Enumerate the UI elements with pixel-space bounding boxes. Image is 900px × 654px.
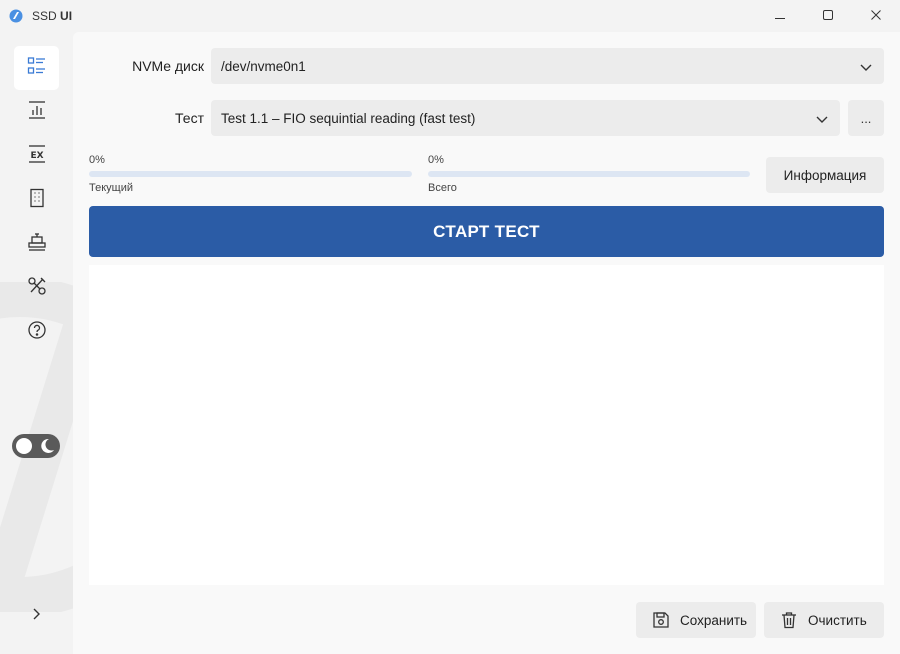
help-icon: [27, 320, 47, 345]
test-options-button[interactable]: ...: [848, 100, 884, 136]
save-button[interactable]: Сохранить: [636, 602, 756, 638]
save-button-label: Сохранить: [680, 612, 748, 628]
expand-sidebar-button[interactable]: [24, 604, 48, 628]
app-logo-icon: [9, 9, 23, 23]
sidebar-item-charts[interactable]: [14, 90, 59, 134]
save-icon: [652, 611, 670, 629]
trash-icon: [780, 611, 798, 629]
sidebar-item-ex[interactable]: EX: [14, 134, 59, 178]
disk-label: NVMe диск: [132, 58, 204, 74]
sidebar-item-overview[interactable]: [14, 46, 59, 90]
main-panel: NVMe диск /dev/nvme0n1 Тест Test 1.1 – F…: [73, 32, 900, 654]
info-button[interactable]: Информация: [766, 157, 884, 193]
chevron-down-icon: [816, 112, 828, 127]
log-output[interactable]: [89, 265, 884, 585]
total-progress-percent: 0%: [428, 154, 444, 166]
app-window: SSD UI EX NVMe диск /dev/nvme0n1 Тест Te…: [0, 0, 900, 654]
machine-icon: [27, 232, 47, 257]
tools-icon: [27, 276, 47, 301]
close-button[interactable]: [853, 0, 899, 32]
sidebar-item-machine[interactable]: [14, 222, 59, 266]
svg-text:EX: EX: [30, 151, 43, 161]
toggle-knob: [16, 438, 32, 454]
sidebar-item-help[interactable]: [14, 310, 59, 354]
minimize-button[interactable]: [757, 0, 803, 32]
chevron-right-icon: [31, 607, 41, 625]
current-progress-bar: [89, 171, 412, 177]
total-progress-bar: [428, 171, 750, 177]
maximize-button[interactable]: [805, 0, 851, 32]
bar-chart-icon: [27, 100, 47, 125]
start-test-button[interactable]: СТАРТ ТЕСТ: [89, 206, 884, 257]
total-progress-label: Всего: [428, 182, 457, 194]
moon-icon: [41, 438, 55, 459]
current-progress-label: Текущий: [89, 182, 133, 194]
close-icon: [871, 7, 881, 25]
sidebar: EX: [0, 32, 73, 654]
app-title: SSD UI: [32, 9, 73, 23]
clear-button-label: Очистить: [808, 612, 867, 628]
clear-button[interactable]: Очистить: [764, 602, 884, 638]
current-progress-percent: 0%: [89, 154, 105, 166]
title-bar: SSD UI: [0, 0, 900, 32]
building-icon: [27, 188, 47, 213]
ex-icon: EX: [27, 144, 47, 169]
sidebar-item-tools[interactable]: [14, 266, 59, 310]
disk-select-value: /dev/nvme0n1: [221, 58, 306, 74]
sidebar-item-building[interactable]: [14, 178, 59, 222]
test-label: Тест: [175, 110, 204, 126]
minimize-icon: [775, 7, 785, 25]
theme-toggle[interactable]: [12, 434, 60, 458]
disk-select[interactable]: /dev/nvme0n1: [211, 48, 884, 84]
maximize-icon: [823, 7, 833, 25]
chevron-down-icon: [860, 60, 872, 75]
list-icon: [27, 56, 47, 81]
test-select[interactable]: Test 1.1 – FIO sequintial reading (fast …: [211, 100, 840, 136]
test-select-value: Test 1.1 – FIO sequintial reading (fast …: [221, 110, 476, 126]
